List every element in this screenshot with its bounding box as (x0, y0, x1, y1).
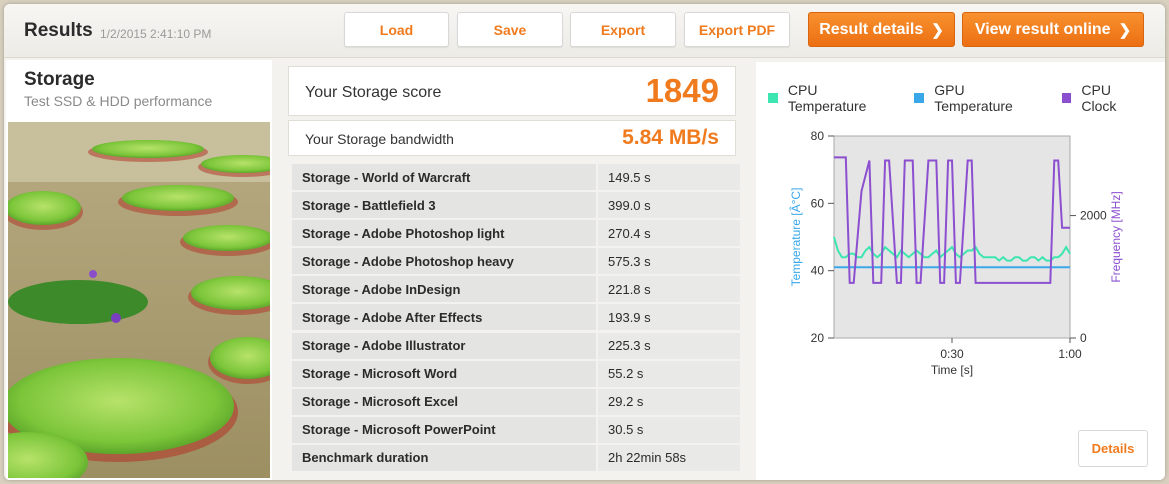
result-value: 399.0 s (598, 192, 740, 219)
score-panel: Your Storage score 1849 Your Storage ban… (284, 62, 742, 480)
test-name: Storage (24, 69, 95, 90)
test-description: Test SSD & HDD performance (24, 93, 213, 109)
table-row: Storage - Battlefield 3 399.0 s (292, 192, 740, 219)
save-button-label: Save (493, 21, 527, 38)
storage-score-label: Your Storage score (305, 84, 442, 101)
result-name: Storage - Microsoft PowerPoint (292, 416, 596, 443)
water-lily-image (8, 122, 270, 478)
view-result-online-button-label: View result online (974, 20, 1111, 38)
table-row: Storage - Adobe Photoshop light 270.4 s (292, 220, 740, 247)
export-pdf-button-label: Export PDF (698, 21, 776, 38)
results-window: Results 1/2/2015 2:41:10 PM Load Save Ex… (4, 4, 1165, 480)
result-name: Storage - Microsoft Excel (292, 388, 596, 415)
result-name: Storage - Adobe InDesign (292, 276, 596, 303)
details-button[interactable]: Details (1078, 430, 1148, 467)
load-button[interactable]: Load (344, 12, 449, 47)
table-row: Storage - Microsoft Excel 29.2 s (292, 388, 740, 415)
result-name: Storage - Adobe Illustrator (292, 332, 596, 359)
y-left-tick-label: 80 (811, 129, 825, 143)
result-details-button-label: Result details (819, 20, 924, 38)
details-button-label: Details (1091, 441, 1135, 456)
monitoring-chart: 20 40 60 80 0 2000 0:30 1:00 Temperature [Â°C… (788, 129, 1123, 377)
storage-bandwidth-label: Your Storage bandwidth (305, 131, 454, 147)
results-table: Storage - World of Warcraft 149.5 s Stor… (292, 164, 740, 473)
result-name: Storage - Microsoft Word (292, 360, 596, 387)
y-right-tick-label: 2000 (1080, 209, 1107, 223)
test-info-panel: Storage Test SSD & HDD performance (6, 60, 272, 480)
export-button-label: Export (600, 21, 646, 38)
result-value: 30.5 s (598, 416, 740, 443)
result-timestamp: 1/2/2015 2:41:10 PM (100, 27, 212, 41)
result-value: 225.3 s (598, 332, 740, 359)
result-name: Benchmark duration (292, 444, 596, 471)
result-value: 149.5 s (598, 164, 740, 190)
result-name: Storage - Adobe After Effects (292, 304, 596, 331)
results-header: Results 1/2/2015 2:41:10 PM Load Save Ex… (4, 4, 1165, 58)
x-axis-label: Time [s] (931, 363, 973, 377)
result-value: 575.3 s (598, 248, 740, 275)
result-details-button[interactable]: Result details ❯ (808, 12, 955, 47)
result-value: 193.9 s (598, 304, 740, 331)
result-name: Storage - Battlefield 3 (292, 192, 596, 219)
export-pdf-button[interactable]: Export PDF (684, 12, 790, 47)
table-row: Storage - World of Warcraft 149.5 s (292, 164, 740, 190)
table-row: Storage - Adobe Photoshop heavy 575.3 s (292, 248, 740, 275)
storage-score-box: Your Storage score 1849 (288, 66, 736, 116)
result-name: Storage - World of Warcraft (292, 164, 596, 190)
result-value: 29.2 s (598, 388, 740, 415)
page-title: Results (24, 20, 93, 41)
x-tick-label: 0:30 (940, 347, 964, 361)
view-result-online-button[interactable]: View result online ❯ (962, 12, 1144, 47)
y-left-tick-label: 40 (811, 264, 825, 278)
result-value: 55.2 s (598, 360, 740, 387)
y-left-tick-label: 20 (811, 331, 825, 345)
table-row: Storage - Adobe InDesign 221.8 s (292, 276, 740, 303)
table-row: Storage - Microsoft PowerPoint 30.5 s (292, 416, 740, 443)
export-button[interactable]: Export (570, 12, 676, 47)
result-value: 270.4 s (598, 220, 740, 247)
table-row: Storage - Adobe Illustrator 225.3 s (292, 332, 740, 359)
result-name: Storage - Adobe Photoshop light (292, 220, 596, 247)
storage-bandwidth-value: 5.84 MB/s (622, 126, 719, 149)
storage-score-value: 1849 (645, 72, 719, 109)
load-button-label: Load (379, 21, 414, 38)
result-value: 221.8 s (598, 276, 740, 303)
table-row: Storage - Adobe After Effects 193.9 s (292, 304, 740, 331)
y-axis-right-label: Frequency [MHz] (1109, 191, 1123, 282)
chevron-right-icon: ❯ (1118, 21, 1132, 39)
y-left-tick-label: 60 (811, 196, 825, 210)
save-button[interactable]: Save (457, 12, 563, 47)
table-row: Benchmark duration 2h 22min 58s (292, 444, 740, 471)
table-row: Storage - Microsoft Word 55.2 s (292, 360, 740, 387)
chevron-right-icon: ❯ (931, 21, 944, 39)
storage-bandwidth-box: Your Storage bandwidth 5.84 MB/s (288, 120, 736, 156)
result-value: 2h 22min 58s (598, 444, 740, 471)
y-axis-left-label: Temperature [Â°C] (788, 188, 803, 287)
result-name: Storage - Adobe Photoshop heavy (292, 248, 596, 275)
x-tick-label: 1:00 (1058, 347, 1082, 361)
monitoring-panel: CPU Temperature GPU Temperature CPU Cloc… (756, 62, 1165, 480)
y-right-tick-label: 0 (1080, 331, 1087, 345)
